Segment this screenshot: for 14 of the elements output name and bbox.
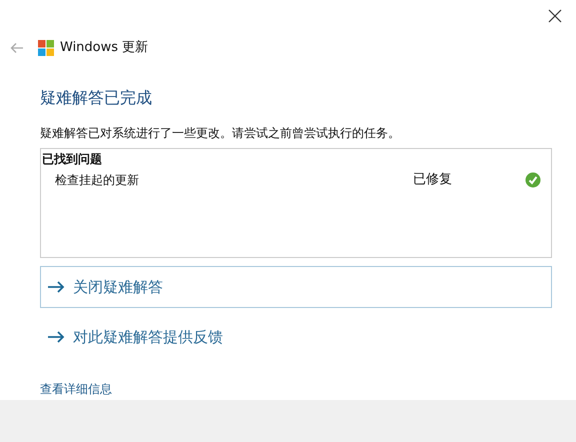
window-title: Windows 更新: [60, 39, 148, 58]
close-icon[interactable]: [548, 9, 562, 23]
arrow-right-icon: [47, 331, 65, 343]
issue-name: 检查挂起的更新: [55, 172, 140, 189]
page-heading: 疑难解答已完成: [40, 87, 153, 109]
details-link[interactable]: 查看详细信息: [40, 382, 112, 396]
check-icon: [525, 172, 541, 188]
arrow-right-icon: [47, 281, 65, 293]
description-text: 疑难解答已对系统进行了一些更改。请尝试之前曾尝试执行的任务。: [40, 125, 401, 142]
results-title: 已找到问题: [42, 151, 103, 168]
action-link[interactable]: 对此疑难解答提供反馈: [40, 316, 552, 358]
issue-status: 已修复: [413, 171, 453, 190]
windows-logo-icon: [38, 40, 54, 56]
action-link[interactable]: 关闭疑难解答: [40, 266, 552, 308]
